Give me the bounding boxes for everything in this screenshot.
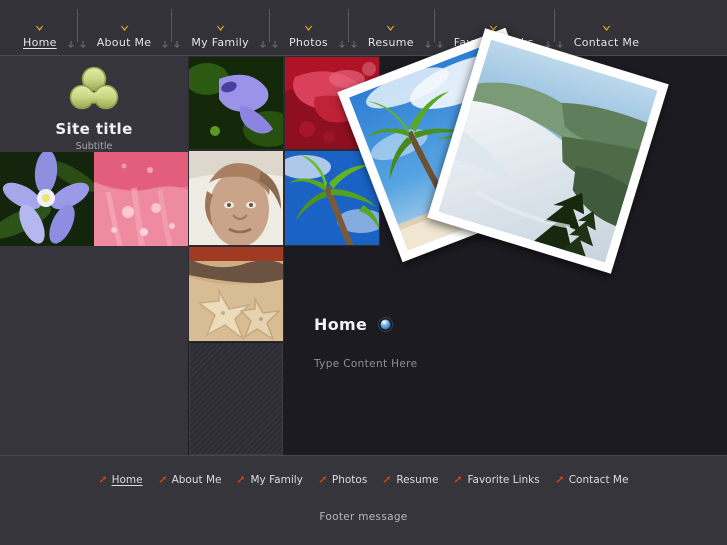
footer-link-label: Photos xyxy=(331,474,368,486)
footer-link-label: My Family xyxy=(250,474,303,486)
arrow-bullet-icon xyxy=(383,476,391,484)
arrow-bullet-icon xyxy=(159,476,167,484)
blue-star-flower-photo xyxy=(0,152,94,246)
footer-link-label: Home xyxy=(111,474,143,486)
starfish-photo xyxy=(188,246,284,342)
sidebar-photo-strip xyxy=(0,152,188,246)
chevron-down-icon xyxy=(35,25,44,32)
footer-message: Footer message xyxy=(319,511,408,523)
main-body: Site title Subtitle Home Type Content He… xyxy=(0,27,727,455)
footer-link-my-family[interactable]: My Family xyxy=(237,474,303,486)
chevron-down-icon xyxy=(386,25,395,32)
topnav-item-photos[interactable]: Photos xyxy=(280,25,337,56)
footer-link-favorite-links[interactable]: Favorite Links xyxy=(454,474,540,486)
site-subtitle: Subtitle xyxy=(75,141,113,152)
topnav-item-resume[interactable]: Resume xyxy=(359,25,423,56)
trefoil-clover-logo xyxy=(69,66,119,110)
topnav-item-about-me[interactable]: About Me xyxy=(88,25,161,56)
brand-block: Site title Subtitle xyxy=(0,56,188,152)
footer-link-about-me[interactable]: About Me xyxy=(159,474,222,486)
chevron-down-icon xyxy=(216,25,225,32)
double-arrow-divider-icon xyxy=(423,9,445,49)
footer-link-label: About Me xyxy=(171,474,222,486)
double-arrow-divider-icon xyxy=(337,9,359,49)
arrow-bullet-icon xyxy=(99,476,107,484)
content-area: Home Type Content Here xyxy=(284,287,727,455)
pink-flower-dew-photo xyxy=(94,152,188,246)
footer-link-label: Contact Me xyxy=(568,474,629,486)
footer-link-photos[interactable]: Photos xyxy=(319,474,367,486)
topnav-item-home[interactable]: Home xyxy=(14,25,66,56)
topnav-item-label: My Family xyxy=(191,36,249,49)
topnav-item-label: About Me xyxy=(96,36,152,49)
page-title: Home xyxy=(314,315,368,334)
chevron-down-icon xyxy=(120,25,129,32)
topnav-item-label: Contact Me xyxy=(573,36,640,49)
purple-bud-photo xyxy=(188,56,284,150)
double-arrow-divider-icon xyxy=(258,9,280,49)
content-header: Home xyxy=(314,315,697,334)
stone-statue-photo xyxy=(188,150,284,246)
arrow-bullet-icon xyxy=(319,476,327,484)
topnav-item-contact-me[interactable]: Contact Me xyxy=(565,25,649,56)
chevron-down-icon xyxy=(304,25,313,32)
footer-link-label: Favorite Links xyxy=(467,474,540,486)
double-arrow-divider-icon xyxy=(66,9,88,49)
topnav-item-label: Photos xyxy=(288,36,328,49)
site-title: Site title xyxy=(55,120,133,138)
chevron-down-icon xyxy=(602,25,611,32)
footer-link-home[interactable]: Home xyxy=(99,474,143,486)
double-arrow-divider-icon xyxy=(543,9,565,49)
footer: Home About Me My Family Photos Resume Favorit… xyxy=(0,455,727,545)
top-nav-list: HomeAbout MeMy FamilyPhotosResumeFavorit… xyxy=(14,0,648,56)
arrow-bullet-icon xyxy=(237,476,245,484)
footer-link-label: Resume xyxy=(396,474,439,486)
top-navigation-bar: HomeAbout MeMy FamilyPhotosResumeFavorit… xyxy=(0,0,727,56)
topnav-item-label: Home xyxy=(23,36,57,49)
content-placeholder-text[interactable]: Type Content Here xyxy=(314,358,697,370)
footer-nav-list: Home About Me My Family Photos Resume Favorit… xyxy=(0,456,727,504)
topnav-item-my-family[interactable]: My Family xyxy=(182,25,258,56)
left-sidebar: Site title Subtitle xyxy=(0,56,188,455)
arrow-bullet-icon xyxy=(556,476,564,484)
topnav-item-label: Resume xyxy=(367,36,414,49)
double-arrow-divider-icon xyxy=(160,9,182,49)
footer-link-contact-me[interactable]: Contact Me xyxy=(556,474,629,486)
footer-link-resume[interactable]: Resume xyxy=(383,474,438,486)
arrow-bullet-icon xyxy=(454,476,462,484)
diagonal-stripe-placeholder xyxy=(189,343,283,455)
blue-sphere-bullet-icon xyxy=(378,317,394,332)
